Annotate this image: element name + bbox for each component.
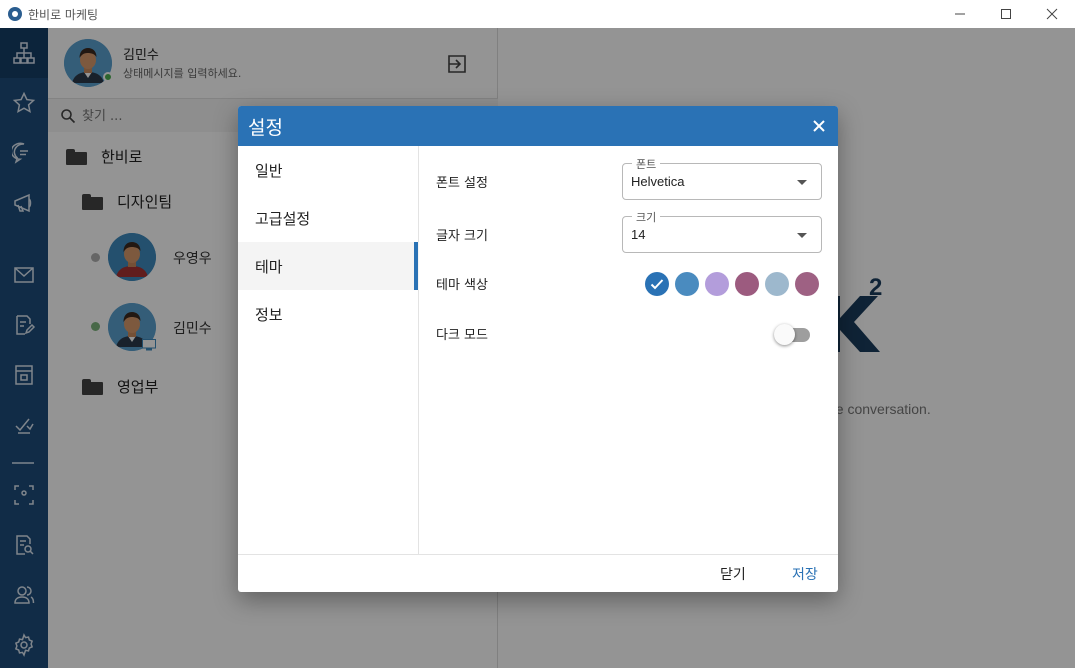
dialog-header: 설정 <box>238 106 838 146</box>
theme-color-label: 테마 색상 <box>436 278 488 293</box>
close-window-button[interactable] <box>1029 0 1075 28</box>
settings-dialog: 설정 일반 고급설정 테마 정보 폰트 설정 폰트 Helvetica 글자 크… <box>238 106 838 592</box>
font-size-label: 글자 크기 <box>436 229 488 244</box>
theme-color-swatch[interactable] <box>765 272 789 296</box>
nav-item-theme[interactable]: 테마 <box>238 242 419 290</box>
nav-active-indicator <box>414 242 418 290</box>
theme-color-swatch[interactable] <box>735 272 759 296</box>
close-icon <box>813 120 825 132</box>
font-select[interactable]: 폰트 Helvetica <box>622 156 822 200</box>
minimize-icon <box>955 13 965 15</box>
app-logo-icon <box>8 7 22 21</box>
font-setting-label: 폰트 설정 <box>436 176 488 191</box>
settings-nav: 일반 고급설정 테마 정보 <box>238 146 419 554</box>
close-dialog-button[interactable]: 닫기 <box>720 564 746 584</box>
maximize-icon <box>1001 9 1011 19</box>
close-icon <box>1046 8 1058 20</box>
dialog-close-button[interactable] <box>810 117 828 135</box>
font-select-legend: 폰트 <box>632 156 661 172</box>
nav-item-info[interactable]: 정보 <box>238 290 419 338</box>
theme-color-swatch[interactable] <box>645 272 669 296</box>
title-bar: 한비로 마케팅 <box>0 0 1075 28</box>
nav-item-general[interactable]: 일반 <box>238 146 419 194</box>
dialog-title: 설정 <box>248 117 283 139</box>
font-select-value: Helvetica <box>631 174 685 189</box>
caret-down-icon <box>797 233 807 238</box>
dark-mode-label: 다크 모드 <box>436 328 488 343</box>
theme-color-swatch[interactable] <box>705 272 729 296</box>
save-button[interactable]: 저장 <box>792 564 818 584</box>
caret-down-icon <box>797 180 807 185</box>
nav-item-advanced[interactable]: 고급설정 <box>238 194 419 242</box>
font-size-legend: 크기 <box>632 209 661 225</box>
dark-mode-toggle-thumb[interactable] <box>774 324 795 345</box>
minimize-button[interactable] <box>937 0 983 28</box>
check-icon <box>650 279 664 290</box>
maximize-button[interactable] <box>983 0 1029 28</box>
settings-content: 폰트 설정 폰트 Helvetica 글자 크기 크기 14 테마 색상 다크 … <box>419 146 838 554</box>
theme-color-swatch[interactable] <box>675 272 699 296</box>
font-size-select[interactable]: 크기 14 <box>622 209 822 253</box>
font-size-value: 14 <box>631 227 646 242</box>
theme-color-swatch[interactable] <box>795 272 819 296</box>
dialog-footer: 닫기 저장 <box>238 554 838 592</box>
window-title: 한비로 마케팅 <box>28 7 99 22</box>
